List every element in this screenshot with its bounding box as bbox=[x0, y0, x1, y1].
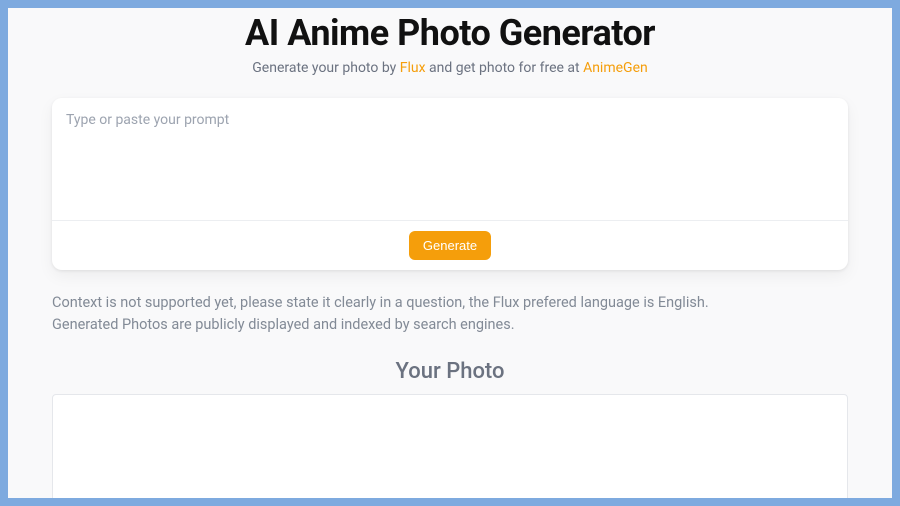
page-subtitle: Generate your photo by Flux and get phot… bbox=[52, 60, 848, 76]
notice-line-1: Context is not supported yet, please sta… bbox=[52, 292, 848, 314]
subtitle-text-mid: and get photo for free at bbox=[426, 60, 584, 76]
prompt-input[interactable] bbox=[52, 98, 848, 216]
card-footer: Generate bbox=[52, 220, 848, 270]
notice-text: Context is not supported yet, please sta… bbox=[52, 292, 848, 337]
your-photo-heading: Your Photo bbox=[52, 359, 848, 384]
page-title: AI Anime Photo Generator bbox=[52, 12, 848, 54]
generate-button[interactable]: Generate bbox=[409, 231, 491, 260]
animegen-link[interactable]: AnimeGen bbox=[583, 60, 648, 76]
photo-output-frame bbox=[52, 394, 848, 498]
notice-line-2: Generated Photos are publicly displayed … bbox=[52, 314, 848, 336]
subtitle-text-pre: Generate your photo by bbox=[252, 60, 399, 76]
prompt-card: Generate bbox=[52, 98, 848, 270]
flux-link[interactable]: Flux bbox=[400, 60, 426, 76]
